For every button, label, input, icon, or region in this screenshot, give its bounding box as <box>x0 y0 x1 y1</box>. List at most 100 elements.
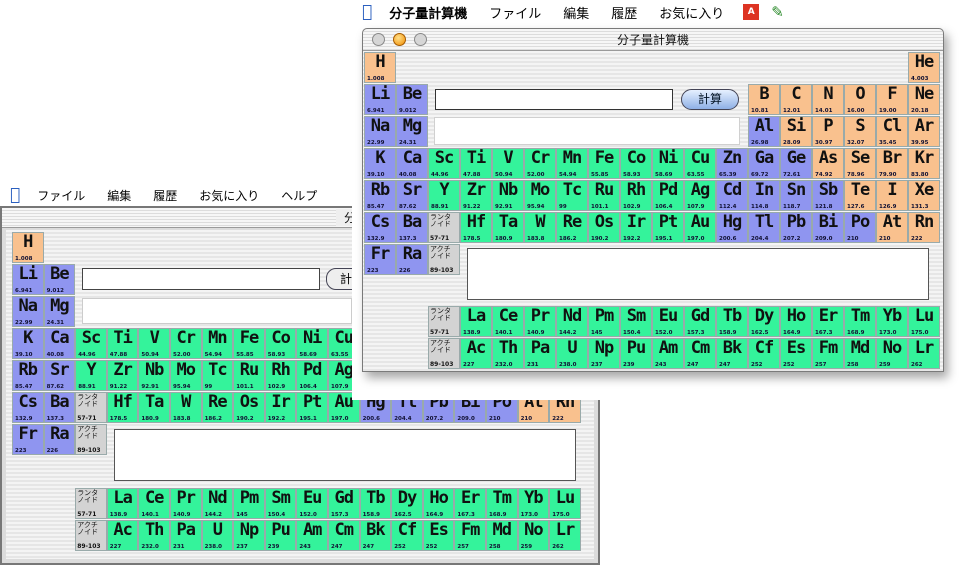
close-icon[interactable] <box>372 33 385 46</box>
element-cell-as[interactable]: As 74.92 <box>812 148 844 179</box>
series-ref-cell[interactable]: ランタ ノイド 57-71 <box>75 488 107 519</box>
element-cell-hg[interactable]: Hg 200.6 <box>716 212 748 243</box>
menu-history[interactable]: 履歴 <box>600 3 648 22</box>
element-cell-u[interactable]: U 238.0 <box>556 338 588 369</box>
element-cell-bi[interactable]: Bi 209.0 <box>812 212 844 243</box>
element-cell-cu[interactable]: Cu 63.55 <box>684 148 716 179</box>
formula-input-back[interactable] <box>82 268 320 290</box>
element-cell-os[interactable]: Os 190.2 <box>233 392 265 423</box>
element-cell-pr[interactable]: Pr 140.9 <box>170 488 202 519</box>
element-cell-fr[interactable]: Fr 223 <box>364 244 396 275</box>
series-ref-cell[interactable]: ランタ ノイド 57-71 <box>428 212 460 243</box>
zoom-icon[interactable] <box>414 33 427 46</box>
element-cell-fr[interactable]: Fr 223 <box>12 424 44 455</box>
element-cell-be[interactable]: Be 9.012 <box>43 264 76 295</box>
element-cell-np[interactable]: Np 237 <box>233 520 265 551</box>
element-cell-f[interactable]: F 19.00 <box>876 84 908 115</box>
apple-icon[interactable]:  <box>352 2 378 22</box>
element-cell-no[interactable]: No 259 <box>876 338 908 369</box>
element-cell-th[interactable]: Th 232.0 <box>492 338 524 369</box>
element-cell-ho[interactable]: Ho 164.9 <box>422 488 455 519</box>
element-cell-fe[interactable]: Fe 55.85 <box>233 328 265 359</box>
series-ref-cell[interactable]: ランタ ノイド 57-71 <box>75 392 107 423</box>
element-cell-mo[interactable]: Mo 95.94 <box>524 180 556 211</box>
element-cell-co[interactable]: Co 58.93 <box>620 148 652 179</box>
element-cell-w[interactable]: W 183.8 <box>170 392 202 423</box>
element-cell-re[interactable]: Re 186.2 <box>556 212 588 243</box>
element-cell-bk[interactable]: Bk 247 <box>359 520 392 551</box>
element-cell-rb[interactable]: Rb 85.47 <box>364 180 396 211</box>
element-cell-pd[interactable]: Pd 106.4 <box>652 180 684 211</box>
element-cell-ru[interactable]: Ru 101.1 <box>233 360 265 391</box>
apple-icon[interactable]:  <box>0 185 26 205</box>
element-cell-mg[interactable]: Mg 24.31 <box>396 116 428 147</box>
element-cell-cl[interactable]: Cl 35.45 <box>876 116 908 147</box>
element-cell-os[interactable]: Os 190.2 <box>588 212 620 243</box>
element-cell-zr[interactable]: Zr 91.22 <box>460 180 492 211</box>
element-cell-es[interactable]: Es 252 <box>780 338 812 369</box>
element-cell-np[interactable]: Np 237 <box>588 338 620 369</box>
element-cell-pt[interactable]: Pt 195.1 <box>296 392 328 423</box>
element-cell-cf[interactable]: Cf 252 <box>391 520 423 551</box>
element-cell-nd[interactable]: Nd 144.2 <box>556 306 588 337</box>
element-cell-k[interactable]: K 39.10 <box>364 148 396 179</box>
element-cell-re[interactable]: Re 186.2 <box>201 392 234 423</box>
element-cell-na[interactable]: Na 22.99 <box>12 296 44 327</box>
element-cell-rb[interactable]: Rb 85.47 <box>12 360 44 391</box>
menu-file[interactable]: ファイル <box>478 3 552 22</box>
element-cell-ga[interactable]: Ga 69.72 <box>748 148 780 179</box>
menu-edit[interactable]: 編集 <box>552 3 600 22</box>
element-cell-yb[interactable]: Yb 173.0 <box>876 306 908 337</box>
element-cell-pt[interactable]: Pt 195.1 <box>652 212 684 243</box>
element-cell-sc[interactable]: Sc 44.96 <box>428 148 460 179</box>
element-cell-w[interactable]: W 183.8 <box>524 212 556 243</box>
element-cell-lu[interactable]: Lu 175.0 <box>908 306 940 337</box>
element-cell-i[interactable]: I 126.9 <box>876 180 908 211</box>
element-cell-se[interactable]: Se 78.96 <box>844 148 876 179</box>
element-cell-pu[interactable]: Pu 239 <box>620 338 652 369</box>
menu-favorites[interactable]: お気に入り <box>188 187 270 204</box>
element-cell-ni[interactable]: Ni 58.69 <box>652 148 684 179</box>
element-cell-la[interactable]: La 138.9 <box>460 306 492 337</box>
element-cell-p[interactable]: P 30.97 <box>812 116 844 147</box>
element-cell-eu[interactable]: Eu 152.0 <box>296 488 328 519</box>
element-cell-md[interactable]: Md 258 <box>844 338 876 369</box>
element-cell-th[interactable]: Th 232.0 <box>138 520 170 551</box>
element-cell-mn[interactable]: Mn 54.94 <box>556 148 588 179</box>
formula-input[interactable] <box>435 89 673 110</box>
element-cell-zn[interactable]: Zn 65.39 <box>716 148 748 179</box>
element-cell-ta[interactable]: Ta 180.9 <box>492 212 524 243</box>
element-cell-cr[interactable]: Cr 52.00 <box>524 148 556 179</box>
element-cell-kr[interactable]: Kr 83.80 <box>908 148 940 179</box>
element-cell-lu[interactable]: Lu 175.0 <box>549 488 581 519</box>
element-cell-he[interactable]: He 4.003 <box>908 52 940 83</box>
series-ref-cell[interactable]: アクチ ノイド 89-103 <box>75 424 107 455</box>
element-cell-ba[interactable]: Ba 137.3 <box>43 392 76 423</box>
element-cell-nb[interactable]: Nb 92.91 <box>492 180 524 211</box>
menu-favorites[interactable]: お気に入り <box>648 3 735 22</box>
element-cell-tl[interactable]: Tl 204.4 <box>748 212 780 243</box>
element-cell-am[interactable]: Am 243 <box>652 338 684 369</box>
menu-edit[interactable]: 編集 <box>96 187 142 204</box>
element-cell-rn[interactable]: Rn 222 <box>908 212 940 243</box>
series-ref-cell[interactable]: アクチ ノイド 89-103 <box>428 244 460 275</box>
element-cell-tc[interactable]: Tc 99 <box>556 180 588 211</box>
element-cell-si[interactable]: Si 28.09 <box>780 116 812 147</box>
element-cell-tm[interactable]: Tm 168.9 <box>486 488 518 519</box>
element-cell-al[interactable]: Al 26.98 <box>748 116 780 147</box>
element-cell-cf[interactable]: Cf 252 <box>748 338 780 369</box>
element-cell-er[interactable]: Er 167.3 <box>454 488 486 519</box>
element-cell-po[interactable]: Po 210 <box>844 212 876 243</box>
element-cell-zr[interactable]: Zr 91.22 <box>106 360 139 391</box>
element-cell-pb[interactable]: Pb 207.2 <box>780 212 812 243</box>
element-cell-ce[interactable]: Ce 140.1 <box>138 488 170 519</box>
element-cell-gd[interactable]: Gd 157.3 <box>684 306 716 337</box>
menu-history[interactable]: 履歴 <box>142 187 188 204</box>
element-cell-xe[interactable]: Xe 131.3 <box>908 180 940 211</box>
element-cell-in[interactable]: In 114.8 <box>748 180 780 211</box>
element-cell-pd[interactable]: Pd 106.4 <box>296 360 328 391</box>
element-cell-ta[interactable]: Ta 180.9 <box>138 392 170 423</box>
element-cell-tb[interactable]: Tb 158.9 <box>359 488 392 519</box>
element-cell-rh[interactable]: Rh 102.9 <box>620 180 652 211</box>
element-cell-no[interactable]: No 259 <box>517 520 550 551</box>
